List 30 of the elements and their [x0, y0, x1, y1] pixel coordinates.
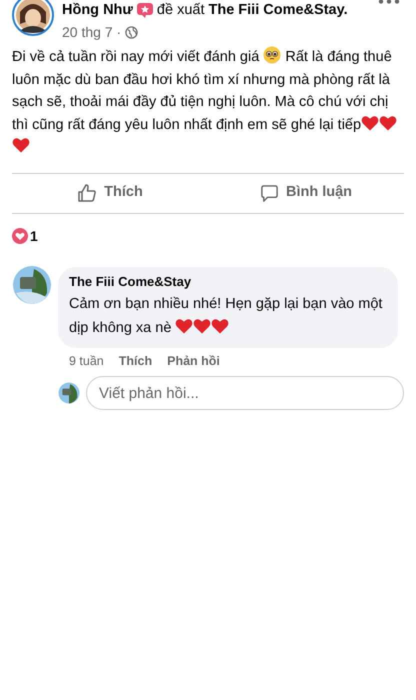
reply-field[interactable]: Viết phản hồi... [86, 376, 404, 410]
globe-icon [125, 26, 138, 39]
badge-icon [136, 2, 153, 18]
more-icon[interactable] [378, 0, 400, 5]
post-date[interactable]: 20 thg 7 · [62, 22, 122, 43]
heart-icon [361, 114, 380, 130]
post-text: Đi về cả tuần rồi nay mới viết đánh giá Rất là đáng thuê luôn mặc dù ban đầu hơi khó tìm xí nhưng mà phòng rất là sạch sẽ, thoải mái đầy đủ tiện nghị luôn. Mà cô chú với chị thì cũng rất đáng yêu luôn nhất định em sẽ ghé lại tiếp [12, 46, 404, 158]
pleading-face-icon [263, 46, 282, 64]
heart-icon [175, 318, 194, 334]
heart-icon [193, 318, 212, 334]
comment-text: Cảm ơn bạn nhiều nhé! Hẹn gặp lại bạn vào một dịp không xa nè [69, 294, 384, 338]
page-name[interactable]: The Fiii Come&Stay. [208, 1, 348, 19]
like-button[interactable]: Thích [77, 182, 143, 204]
comment-author[interactable]: The Fiii Come&Stay [69, 274, 387, 290]
profile-avatar[interactable] [12, 0, 54, 36]
page-avatar[interactable] [12, 264, 52, 304]
heart-icon [211, 318, 230, 334]
like-link[interactable]: Thích [118, 352, 152, 370]
reply-link[interactable]: Phản hồi [167, 352, 220, 370]
comment-time: 9 tuần [69, 352, 104, 370]
love-reaction-icon[interactable] [12, 228, 28, 244]
heart-icon [379, 114, 398, 130]
comment-button[interactable]: Bình luận [260, 182, 352, 204]
speech-bubble-icon [260, 184, 279, 202]
action-text: đề xuất [156, 1, 204, 19]
page-avatar [58, 382, 80, 404]
reaction-count[interactable]: 1 [30, 226, 38, 246]
author-name[interactable]: Hồng Như [62, 1, 133, 19]
thumbs-up-icon [77, 183, 98, 203]
heart-icon [12, 137, 30, 153]
